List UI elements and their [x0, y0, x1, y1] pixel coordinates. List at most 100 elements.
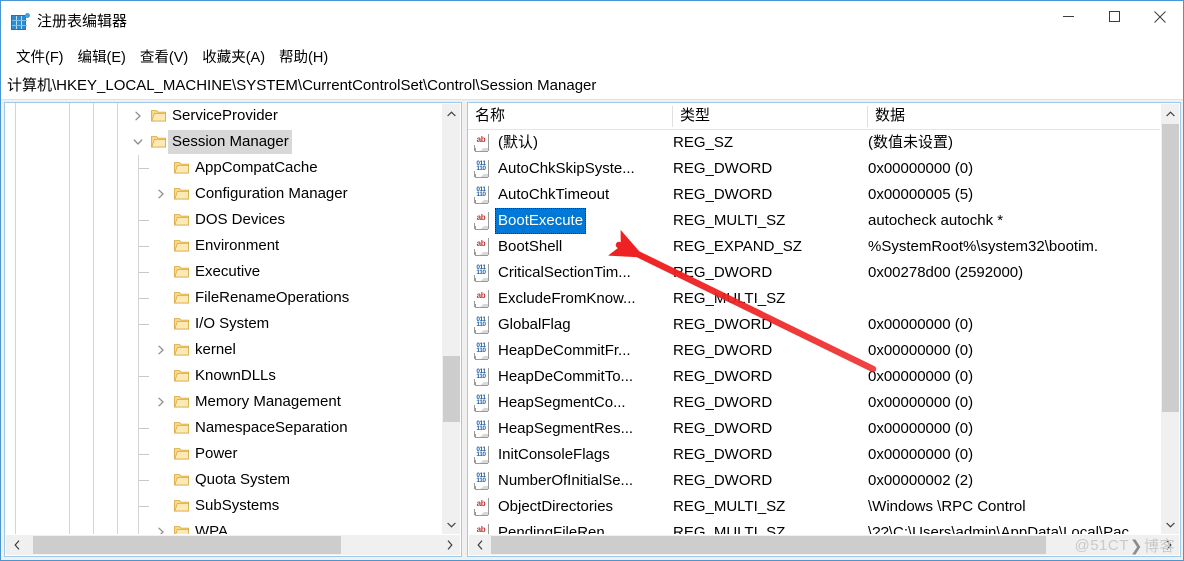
- list-scroll-left-button[interactable]: [469, 535, 490, 555]
- tree-expand-toggle[interactable]: [150, 519, 172, 535]
- watermark-suffix: 博客: [1143, 538, 1175, 555]
- list-vertical-scrollbar[interactable]: [1160, 104, 1179, 534]
- tree-expand-toggle[interactable]: [150, 181, 172, 207]
- tree-item-memory-management[interactable]: Memory Management: [5, 389, 441, 415]
- value-data: 0x00000000 (0): [868, 420, 974, 437]
- table-row[interactable]: 011 110 HeapSegmentCo... REG_DWORD 0x0000000…: [468, 390, 1160, 416]
- tree-twisty-placeholder: [150, 233, 172, 259]
- tree-item-namespaceseparation[interactable]: NamespaceSeparation: [5, 415, 441, 441]
- dword-value-icon: 011 110: [474, 160, 491, 178]
- menu-edit[interactable]: 编辑(E): [71, 46, 133, 70]
- column-header-type[interactable]: 类型: [673, 103, 868, 129]
- tree-item-wpa[interactable]: WPA: [5, 519, 441, 535]
- tree-item-label: Session Manager: [168, 130, 292, 154]
- tree-item-session-manager[interactable]: Session Manager: [5, 129, 441, 155]
- tree-item-knowndlls[interactable]: KnownDLLs: [5, 363, 441, 389]
- minimize-icon: [1062, 16, 1074, 17]
- value-data: 0x00000000 (0): [868, 342, 974, 359]
- table-row[interactable]: 011 110 AutoChkSkipSyste... REG_DWORD 0x0000…: [468, 156, 1160, 182]
- tree-expand-toggle[interactable]: [150, 337, 172, 363]
- tree-guide-elbow: [139, 168, 149, 169]
- folder-icon: [174, 422, 189, 434]
- menu-help[interactable]: 帮助(H): [272, 46, 335, 70]
- table-row[interactable]: ab BootShell REG_EXPAND_SZ %SystemRoot%\sys…: [468, 234, 1160, 260]
- tree-expand-toggle[interactable]: [127, 103, 149, 129]
- registry-values-list[interactable]: ab (默认) REG_SZ (数值未设置) 011 110 AutoChkSkipSyst…: [468, 130, 1160, 535]
- address-bar[interactable]: 计算机\HKEY_LOCAL_MACHINE\SYSTEM\CurrentCon…: [1, 72, 1183, 100]
- table-row[interactable]: 011 110 NumberOfInitialSe... REG_DWORD 0x000…: [468, 468, 1160, 494]
- value-data: 0x00000000 (0): [868, 394, 974, 411]
- tree-item-appcompatcache[interactable]: AppCompatCache: [5, 155, 441, 181]
- table-row[interactable]: ab (默认) REG_SZ (数值未设置): [468, 130, 1160, 156]
- value-type: REG_DWORD: [673, 420, 773, 437]
- tree-guide-line: [93, 493, 94, 519]
- folder-icon: [174, 214, 189, 226]
- list-scroll-down-button[interactable]: [1161, 515, 1180, 534]
- tree-expand-toggle[interactable]: [150, 389, 172, 415]
- menu-favorites[interactable]: 收藏夹(A): [195, 46, 272, 70]
- tree-item-environment[interactable]: Environment: [5, 233, 441, 259]
- tree-scroll-up-button[interactable]: [442, 104, 461, 123]
- tree-guide-line: [15, 467, 16, 493]
- table-row[interactable]: ab BootExecute REG_MULTI_SZ autocheck autoc…: [468, 208, 1160, 234]
- tree-item-i-o-system[interactable]: I/O System: [5, 311, 441, 337]
- table-row[interactable]: ab ExcludeFromKnow... REG_MULTI_SZ: [468, 286, 1160, 312]
- table-row[interactable]: 011 110 HeapDeCommitFr... REG_DWORD 0x000000…: [468, 338, 1160, 364]
- tree-item-kernel[interactable]: kernel: [5, 337, 441, 363]
- chevron-right-icon[interactable]: [156, 189, 166, 199]
- table-row[interactable]: 011 110 AutoChkTimeout REG_DWORD 0x00000005 …: [468, 182, 1160, 208]
- minimize-button[interactable]: [1045, 1, 1091, 32]
- tree-item-executive[interactable]: Executive: [5, 259, 441, 285]
- close-button[interactable]: [1137, 1, 1183, 32]
- table-row[interactable]: ab PendingFileRen... REG_MULTI_SZ \??\C:\Us…: [468, 520, 1160, 535]
- menu-file[interactable]: 文件(F): [9, 46, 71, 70]
- table-row[interactable]: ab ObjectDirectories REG_MULTI_SZ \Windows …: [468, 494, 1160, 520]
- table-row[interactable]: 011 110 HeapDeCommitTo... REG_DWORD 0x000000…: [468, 364, 1160, 390]
- column-header-data[interactable]: 数据: [868, 103, 1160, 129]
- list-scroll-up-button[interactable]: [1161, 104, 1180, 123]
- column-header-name[interactable]: 名称: [468, 103, 673, 129]
- maximize-icon: [1108, 11, 1120, 22]
- chevron-right-icon[interactable]: [133, 111, 143, 121]
- registry-tree[interactable]: ServiceProvider Session Manager AppCompatC…: [5, 103, 441, 535]
- list-horizontal-scrollbar[interactable]: [469, 534, 1179, 555]
- folder-icon-wrap: [172, 415, 191, 441]
- menu-view[interactable]: 查看(V): [133, 46, 195, 70]
- table-row[interactable]: 011 110 GlobalFlag REG_DWORD 0x00000000 (0): [468, 312, 1160, 338]
- tree-expand-toggle[interactable]: [127, 129, 149, 155]
- folder-icon: [174, 162, 189, 174]
- table-row[interactable]: 011 110 HeapSegmentRes... REG_DWORD 0x000000…: [468, 416, 1160, 442]
- table-row[interactable]: 011 110 InitConsoleFlags REG_DWORD 0x0000000…: [468, 442, 1160, 468]
- tree-hscroll-thumb[interactable]: [33, 536, 341, 554]
- maximize-button[interactable]: [1091, 1, 1137, 32]
- folder-icon-wrap: [172, 441, 191, 467]
- tree-twisty-placeholder: [150, 259, 172, 285]
- list-hscroll-thumb[interactable]: [491, 536, 1046, 554]
- tree-item-filerenameoperations[interactable]: FileRenameOperations: [5, 285, 441, 311]
- tree-scroll-thumb[interactable]: [443, 356, 460, 422]
- tree-scroll-left-button[interactable]: [6, 535, 27, 555]
- tree-vertical-scrollbar[interactable]: [441, 104, 460, 534]
- tree-twisty-placeholder: [150, 311, 172, 337]
- tree-horizontal-scrollbar[interactable]: [6, 534, 460, 555]
- string-value-icon: ab: [474, 238, 491, 256]
- table-row[interactable]: 011 110 CriticalSectionTim... REG_DWORD 0x00…: [468, 260, 1160, 286]
- value-name: NumberOfInitialSe...: [498, 472, 634, 489]
- tree-item-configuration-manager[interactable]: Configuration Manager: [5, 181, 441, 207]
- string-value-icon: ab: [474, 212, 491, 230]
- folder-icon-wrap: [172, 233, 191, 259]
- tree-scroll-right-button[interactable]: [439, 535, 460, 555]
- tree-twisty-placeholder: [150, 467, 172, 493]
- tree-item-subsystems[interactable]: SubSystems: [5, 493, 441, 519]
- tree-item-dos-devices[interactable]: DOS Devices: [5, 207, 441, 233]
- tree-scroll-down-button[interactable]: [442, 515, 461, 534]
- tree-guide-line: [117, 285, 118, 311]
- chevron-right-icon[interactable]: [156, 345, 166, 355]
- tree-item-quota-system[interactable]: Quota System: [5, 467, 441, 493]
- chevron-right-icon[interactable]: [156, 397, 166, 407]
- string-value-icon: ab: [474, 134, 491, 152]
- list-scroll-thumb[interactable]: [1162, 124, 1179, 412]
- tree-item-power[interactable]: Power: [5, 441, 441, 467]
- tree-item-serviceprovider[interactable]: ServiceProvider: [5, 103, 441, 129]
- chevron-down-icon[interactable]: [133, 137, 143, 147]
